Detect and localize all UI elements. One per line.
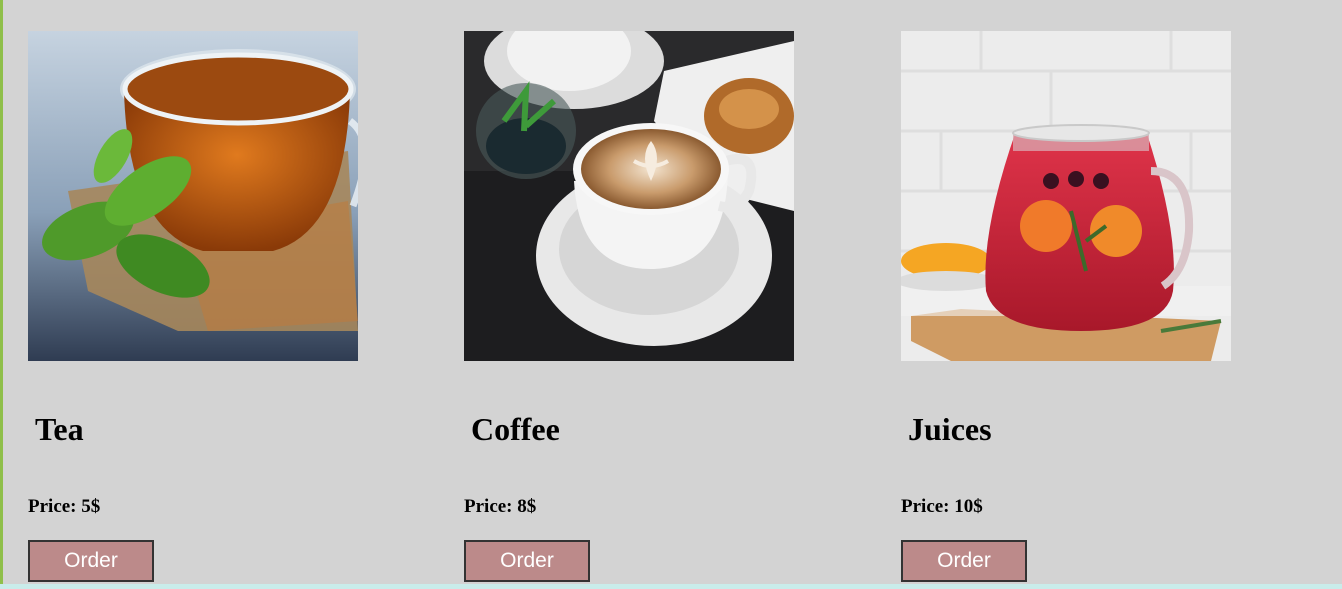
product-card-juices: Juices Price: 10$ Order (901, 31, 1231, 582)
juice-pitcher-photo (901, 31, 1231, 361)
order-button-juices[interactable]: Order (901, 540, 1027, 582)
product-card-tea: Tea Price: 5$ Order (28, 31, 358, 582)
coffee-latte-photo (464, 31, 794, 361)
tea-cup-photo (28, 31, 358, 361)
product-name-tea: Tea (35, 411, 84, 447)
order-button-tea[interactable]: Order (28, 540, 154, 582)
product-name-coffee: Coffee (471, 411, 560, 447)
page-bottom-strip (0, 584, 1342, 589)
product-name-juices: Juices (908, 411, 992, 447)
page-left-border (0, 0, 3, 584)
order-button-coffee[interactable]: Order (464, 540, 590, 582)
product-price-juices: Price: 10$ (901, 496, 983, 517)
product-price-tea: Price: 5$ (28, 496, 101, 517)
product-card-coffee: Coffee Price: 8$ Order (464, 31, 794, 582)
product-price-coffee: Price: 8$ (464, 496, 537, 517)
